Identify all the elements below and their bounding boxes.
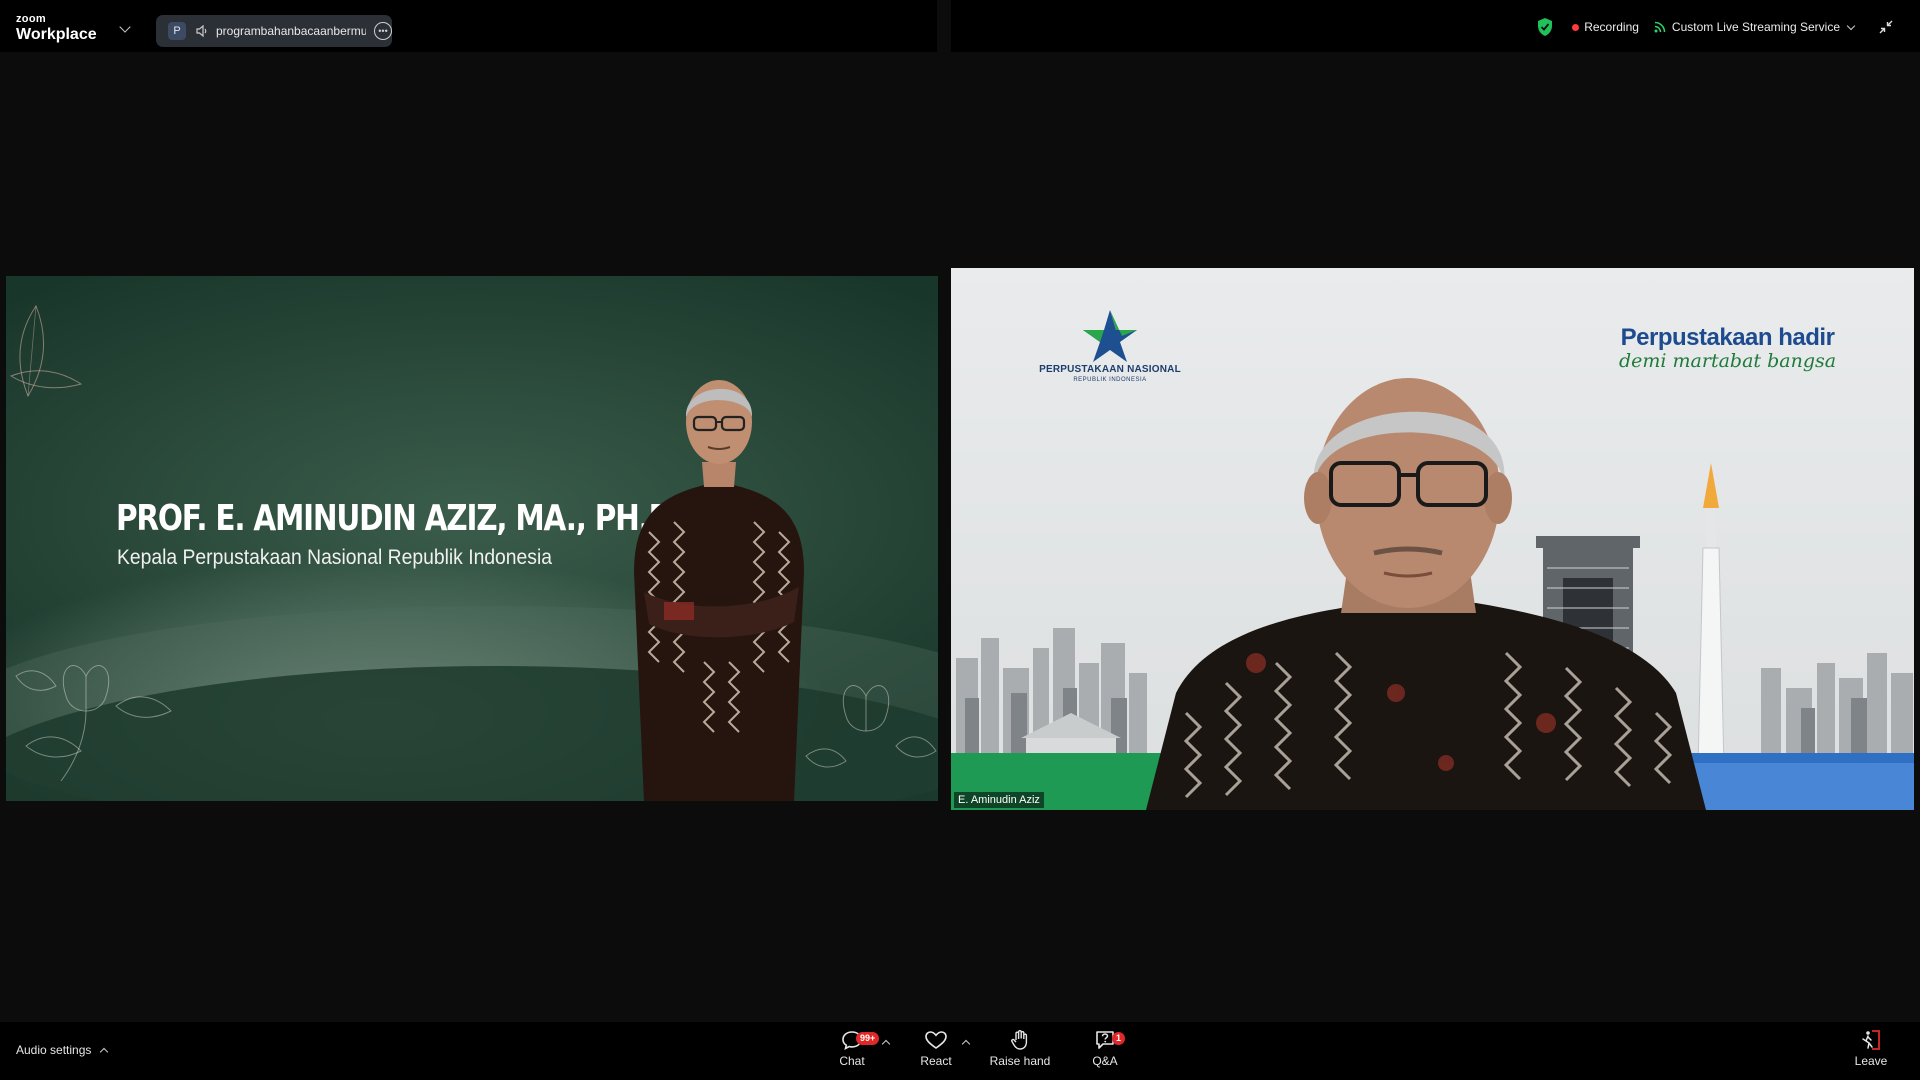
more-options-icon[interactable]: ••• [374, 22, 392, 40]
qa-unread-badge: 1 [1112, 1032, 1126, 1045]
chevron-down-icon[interactable] [1846, 21, 1856, 30]
participant-video-tile[interactable]: PERPUSTAKAAN NASIONAL REPUBLIK INDONESIA… [951, 268, 1914, 810]
exit-fullscreen-icon[interactable] [1878, 19, 1894, 35]
slide-title: PROF. E. AMINUDIN AZIZ, MA., PH.D. [116, 498, 683, 539]
slide-subtitle: Kepala Perpustakaan Nasional Republik In… [117, 546, 553, 569]
react-button[interactable]: React [901, 1029, 971, 1068]
streaming-status[interactable]: Custom Live Streaming Service [1672, 20, 1840, 34]
qa-button[interactable]: Q&A 1 [1070, 1029, 1140, 1068]
meeting-name: programbahanbacaanbermutu [216, 24, 366, 38]
recording-status[interactable]: Recording [1584, 20, 1639, 34]
audio-settings-label: Audio settings [16, 1043, 92, 1057]
brand-small: zoom [16, 13, 46, 25]
leave-label: Leave [1854, 1054, 1888, 1068]
shield-check-icon[interactable] [1536, 17, 1554, 37]
chat-button[interactable]: Chat 99+ [817, 1029, 887, 1068]
top-bar-right: Recording Custom Live Streaming Service [951, 0, 1920, 52]
avatar: P [168, 22, 186, 40]
chat-unread-badge: 99+ [856, 1032, 880, 1045]
hand-icon [1011, 1030, 1028, 1050]
star-logo-icon [1083, 310, 1137, 362]
heart-icon [925, 1031, 947, 1049]
chevron-up-icon[interactable] [100, 1047, 109, 1056]
raise-hand-button[interactable]: Raise hand [985, 1029, 1055, 1068]
leave-button[interactable]: Leave [1836, 1029, 1906, 1068]
meeting-info-pill[interactable]: P programbahanbacaanbermutu ••• [156, 15, 392, 47]
react-label: React [920, 1054, 952, 1068]
speaker-icon [196, 24, 207, 38]
zoom-workplace-menu[interactable]: zoom Workplace [16, 14, 97, 43]
shared-slide-tile[interactable]: PROF. E. AMINUDIN AZIZ, MA., PH.D. Kepal… [6, 276, 938, 801]
chevron-down-icon[interactable] [119, 21, 131, 33]
flower-decoration-icon [15, 665, 172, 782]
participant-video-feed [1146, 378, 1706, 810]
meeting-toolbar: Audio settings Chat 99+ React Raise hand… [0, 1022, 1920, 1080]
audio-settings-button[interactable]: Audio settings [16, 1043, 109, 1057]
chat-label: Chat [839, 1054, 865, 1068]
status-group: Recording Custom Live Streaming Service [1536, 16, 1894, 38]
leaf-decoration-icon [9, 304, 83, 398]
qa-label: Q&A [1092, 1054, 1118, 1068]
tagline-line1: Perpustakaan hadir [1620, 324, 1835, 351]
brand-main: Workplace [16, 26, 97, 43]
leave-door-icon [1862, 1030, 1880, 1050]
recording-dot-icon [1572, 23, 1580, 31]
raise-hand-label: Raise hand [989, 1054, 1051, 1068]
top-bar-left: zoom Workplace P programbahanbacaanbermu… [0, 0, 937, 52]
participant-name-label: E. Aminudin Aziz [954, 792, 1044, 808]
speaker-portrait-image [634, 380, 804, 801]
live-stream-icon [1654, 21, 1666, 33]
